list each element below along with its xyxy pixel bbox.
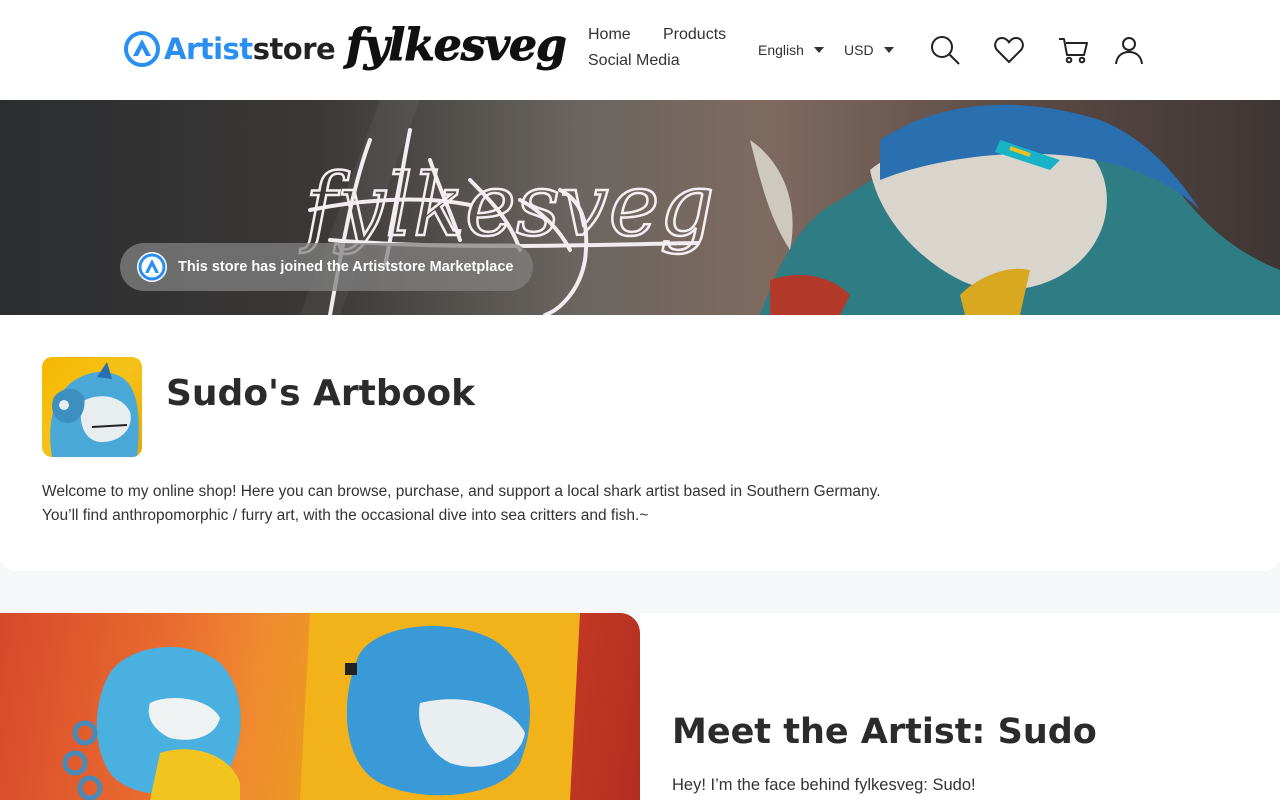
user-icon[interactable] (1113, 34, 1145, 66)
store-description: Welcome to my online shop! Here you can … (42, 480, 881, 528)
nav-products[interactable]: Products (663, 26, 726, 44)
avatar-artwork (50, 362, 139, 457)
search-icon[interactable] (929, 34, 961, 66)
site-header: Artiststore fylkesveg Home Products Soci… (0, 0, 1280, 100)
nav-home[interactable]: Home (588, 26, 631, 44)
language-value: English (758, 42, 804, 58)
store-avatar (42, 357, 142, 457)
heart-icon[interactable] (993, 34, 1025, 66)
artiststore-badge-icon (137, 252, 167, 282)
artist-photo (0, 613, 640, 800)
currency-value: USD (844, 42, 874, 58)
meet-artist-intro: Hey! I’m the face behind fylkesveg: Sudo… (672, 776, 976, 794)
currency-select[interactable]: USD (844, 42, 894, 58)
artiststore-logo-text-2: store (252, 32, 336, 66)
artiststore-logo-text-1: Artist (164, 32, 253, 66)
store-description-line-2: You’ll find anthropomorphic / furry art,… (42, 507, 649, 524)
chevron-down-icon (813, 47, 824, 53)
store-name: Sudo's Artbook (166, 373, 476, 414)
marketplace-badge[interactable]: This store has joined the Artiststore Ma… (120, 243, 533, 291)
chevron-down-icon (883, 47, 894, 53)
store-info-card: Sudo's Artbook Welcome to my online shop… (0, 315, 1280, 571)
cart-icon[interactable] (1057, 34, 1089, 66)
marketplace-notice: This store has joined the Artiststore Ma… (178, 259, 514, 275)
language-select[interactable]: English (758, 42, 824, 58)
artiststore-logo[interactable]: Artiststore (124, 31, 336, 67)
nav-social-media[interactable]: Social Media (588, 52, 680, 70)
store-description-line-1: Welcome to my online shop! Here you can … (42, 483, 881, 500)
artist-photo-artwork (62, 613, 580, 800)
artiststore-logo-icon (124, 31, 160, 67)
shop-logo[interactable]: fylkesveg (346, 20, 568, 72)
meet-artist-section (640, 613, 1280, 800)
meet-artist-title: Meet the Artist: Sudo (672, 712, 1097, 752)
banner-signature: fylkesveg (299, 156, 715, 256)
